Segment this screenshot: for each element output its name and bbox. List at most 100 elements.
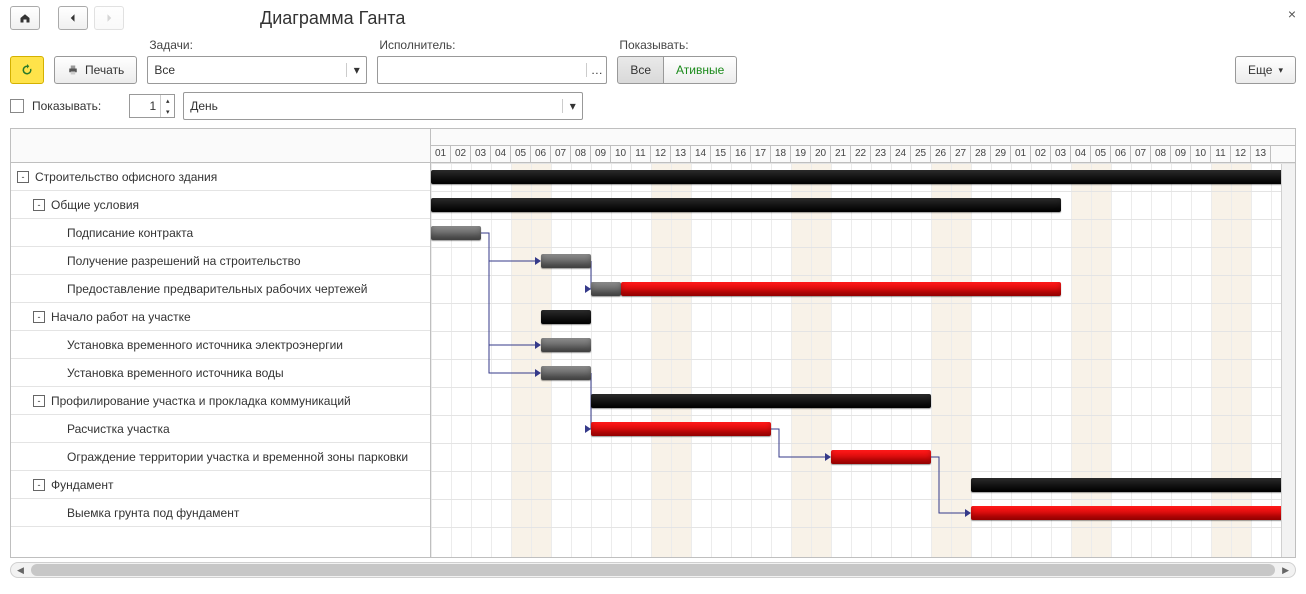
interval-value: 1 [130,99,160,113]
scroll-thumb[interactable] [31,564,1275,576]
day-header-cell: 16 [731,146,751,162]
day-header-cell: 08 [571,146,591,162]
day-header-cell: 06 [1111,146,1131,162]
show-checkbox-label: Показывать: [32,99,101,113]
day-header-cell: 11 [1211,146,1231,162]
day-header-cell: 05 [511,146,531,162]
task-label: Расчистка участка [67,422,170,436]
day-header-cell: 13 [1251,146,1271,162]
task-row[interactable]: -Начало работ на участке [11,303,430,331]
task-row[interactable]: Подписание контракта [11,219,430,247]
day-header-cell: 04 [1071,146,1091,162]
refresh-button[interactable] [10,56,44,84]
filter-all-button[interactable]: Все [617,56,664,84]
collapse-toggle[interactable]: - [33,479,45,491]
gantt-bar[interactable] [431,198,1061,212]
task-row[interactable]: Предоставление предварительных рабочих ч… [11,275,430,303]
step-down-icon[interactable]: ▾ [161,106,174,117]
task-row[interactable]: Ограждение территории участка и временно… [11,443,430,471]
day-header-cell: 28 [971,146,991,162]
gantt-bar[interactable] [591,282,621,296]
close-button[interactable]: × [1288,6,1296,22]
gantt-bar[interactable] [541,310,591,324]
gantt-bar[interactable] [431,170,1291,184]
gantt-bar[interactable] [831,450,931,464]
refresh-icon [21,64,33,76]
task-row[interactable]: -Фундамент [11,471,430,499]
task-row[interactable]: -Профилирование участка и прокладка комм… [11,387,430,415]
gantt-bar[interactable] [431,226,481,240]
home-button[interactable] [10,6,40,30]
chevron-down-icon[interactable]: ▾ [346,63,366,77]
collapse-toggle[interactable]: - [17,171,29,183]
tasks-field-label: Задачи: [147,38,367,52]
day-header-cell: 08 [1151,146,1171,162]
day-header-cell: 03 [1051,146,1071,162]
day-header-cell: 23 [871,146,891,162]
scroll-right-icon[interactable]: ▶ [1282,565,1289,576]
tasks-select[interactable]: Все ▾ [147,56,367,84]
horizontal-scrollbar[interactable]: ◀ ▶ [10,562,1296,578]
unit-value: День [184,99,562,113]
show-checkbox[interactable] [10,99,24,113]
gantt-bar[interactable] [591,394,931,408]
day-header-cell: 14 [691,146,711,162]
task-row[interactable]: Расчистка участка [11,415,430,443]
task-label: Фундамент [51,478,113,492]
gantt-bar[interactable] [541,366,591,380]
gantt-bar[interactable] [541,254,591,268]
task-label: Строительство офисного здания [35,170,217,184]
task-row[interactable]: Выемка грунта под фундамент [11,499,430,527]
gantt-bar[interactable] [971,506,1291,520]
task-label: Общие условия [51,198,139,212]
filter-active-button[interactable]: Ативные [664,56,737,84]
gantt-bar[interactable] [541,338,591,352]
task-label: Подписание контракта [67,226,193,240]
back-button[interactable] [58,6,88,30]
collapse-toggle[interactable]: - [33,199,45,211]
day-header-cell: 11 [631,146,651,162]
more-button[interactable]: Еще ▾ [1235,56,1296,84]
task-row[interactable]: -Общие условия [11,191,430,219]
tasks-value: Все [148,63,346,77]
day-header-cell: 01 [1011,146,1031,162]
day-header-cell: 01 [431,146,451,162]
task-label: Выемка грунта под фундамент [67,506,239,520]
gantt-bar[interactable] [971,478,1291,492]
print-label: Печать [85,63,124,77]
day-header-cell: 07 [1131,146,1151,162]
task-row[interactable]: -Строительство офисного здания [11,163,430,191]
vertical-scrollbar[interactable] [1281,164,1295,557]
chevron-down-icon[interactable]: ▾ [562,99,582,113]
day-header-cell: 10 [611,146,631,162]
day-header-cell: 22 [851,146,871,162]
print-button[interactable]: Печать [54,56,137,84]
task-row[interactable]: Установка временного источника электроэн… [11,331,430,359]
gantt-bar[interactable] [591,422,771,436]
step-up-icon[interactable]: ▴ [161,95,174,106]
task-tree: -Строительство офисного здания-Общие усл… [11,129,431,557]
day-header-cell: 20 [811,146,831,162]
day-header-cell: 09 [1171,146,1191,162]
gantt-bar[interactable] [621,282,1061,296]
unit-select[interactable]: День ▾ [183,92,583,120]
interval-stepper[interactable]: 1 ▴ ▾ [129,94,175,118]
show-filter-group: Все Ативные [617,56,737,84]
task-row[interactable]: Установка временного источника воды [11,359,430,387]
gantt-chart: -Строительство офисного здания-Общие усл… [10,128,1296,558]
performer-select[interactable]: … [377,56,607,84]
day-header-cell: 15 [711,146,731,162]
collapse-toggle[interactable]: - [33,395,45,407]
task-label: Получение разрешений на строительство [67,254,301,268]
day-header-cell: 21 [831,146,851,162]
task-label: Установка временного источника электроэн… [67,338,343,352]
task-row[interactable]: Получение разрешений на строительство [11,247,430,275]
collapse-toggle[interactable]: - [33,311,45,323]
print-icon [67,64,79,76]
day-header-cell: 03 [471,146,491,162]
ellipsis-icon[interactable]: … [586,63,606,77]
day-header-cell: 10 [1191,146,1211,162]
day-header-cell: 02 [451,146,471,162]
scroll-left-icon[interactable]: ◀ [17,565,24,576]
timeline-area: 0102030405060708091011121314151617181920… [431,129,1295,557]
